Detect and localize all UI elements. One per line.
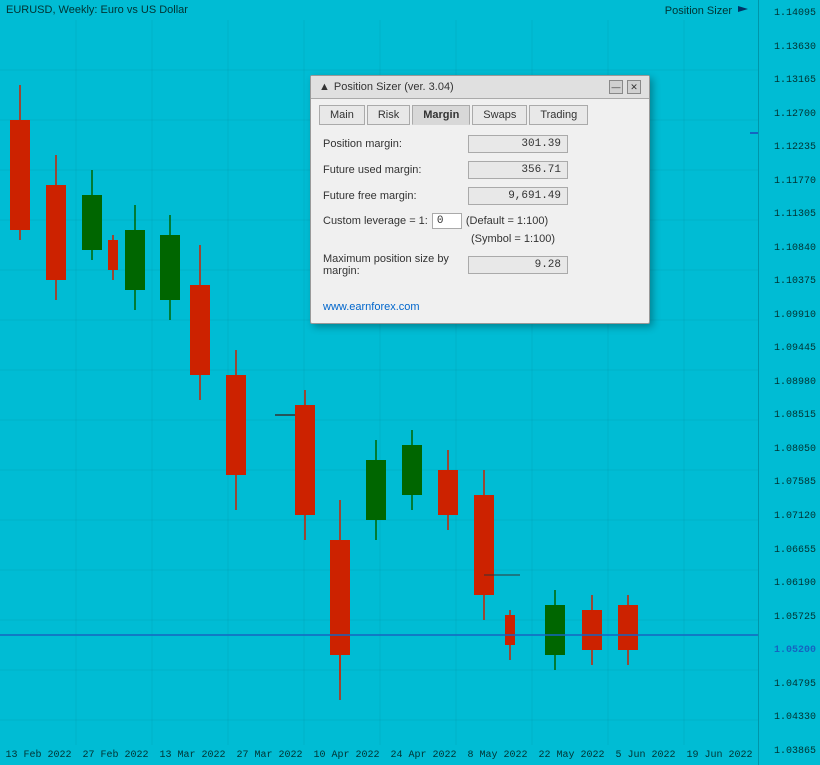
price-label-7: 1.10840 xyxy=(763,243,816,254)
max-position-label: Maximum position size by margin: xyxy=(323,253,468,277)
chart-title: EURUSD, Weekly: Euro vs US Dollar xyxy=(6,4,188,16)
price-label-4: 1.12235 xyxy=(763,142,816,153)
price-label-10: 1.09445 xyxy=(763,343,816,354)
dialog-footer: www.earnforex.com xyxy=(311,295,649,323)
position-margin-row: Position margin: 301.39 xyxy=(323,135,637,153)
max-position-row: Maximum position size by margin: 9.28 xyxy=(323,253,637,277)
dialog-controls: — ✕ xyxy=(609,80,641,94)
dialog-arrow-icon: ▲ xyxy=(319,81,330,93)
time-label-5: 24 Apr 2022 xyxy=(390,750,456,761)
price-label-14: 1.07585 xyxy=(763,477,816,488)
top-right-label: Position Sizer xyxy=(665,4,750,18)
tab-risk[interactable]: Risk xyxy=(367,105,410,125)
price-label-17: 1.06190 xyxy=(763,578,816,589)
symbol-note: (Symbol = 1:100) xyxy=(471,233,637,245)
price-label-6: 1.11305 xyxy=(763,209,816,220)
footer-link[interactable]: www.earnforex.com xyxy=(323,301,420,313)
future-used-margin-value: 356.71 xyxy=(468,161,568,179)
time-axis: 13 Feb 2022 27 Feb 2022 13 Mar 2022 27 M… xyxy=(0,745,758,765)
price-label-22: 1.03865 xyxy=(763,746,816,757)
close-button[interactable]: ✕ xyxy=(627,80,641,94)
price-label-20: 1.04795 xyxy=(763,679,816,690)
max-position-value: 9.28 xyxy=(468,256,568,274)
price-label-11: 1.08980 xyxy=(763,377,816,388)
flag-icon xyxy=(736,4,750,18)
position-sizer-label: Position Sizer xyxy=(665,5,732,17)
time-label-7: 22 May 2022 xyxy=(538,750,604,761)
tab-main[interactable]: Main xyxy=(319,105,365,125)
tab-trading[interactable]: Trading xyxy=(529,105,588,125)
price-axis: 1.14095 1.13630 1.13165 1.12700 1.12235 … xyxy=(758,0,820,765)
chart-container: EURUSD, Weekly: Euro vs US Dollar Positi… xyxy=(0,0,820,765)
future-free-margin-label: Future free margin: xyxy=(323,190,468,202)
minimize-button[interactable]: — xyxy=(609,80,623,94)
position-margin-label: Position margin: xyxy=(323,138,468,150)
dialog-title-text: Position Sizer (ver. 3.04) xyxy=(334,81,454,93)
future-used-margin-label: Future used margin: xyxy=(323,164,468,176)
time-label-8: 5 Jun 2022 xyxy=(615,750,675,761)
future-free-margin-value: 9,691.49 xyxy=(468,187,568,205)
leverage-input[interactable] xyxy=(432,213,462,229)
price-label-0: 1.14095 xyxy=(763,8,816,19)
future-used-margin-row: Future used margin: 356.71 xyxy=(323,161,637,179)
price-label-21: 1.04330 xyxy=(763,712,816,723)
price-label-16: 1.06655 xyxy=(763,545,816,556)
time-label-1: 27 Feb 2022 xyxy=(82,750,148,761)
time-label-3: 27 Mar 2022 xyxy=(236,750,302,761)
leverage-row: Custom leverage = 1: (Default = 1:100) xyxy=(323,213,637,229)
tab-swaps[interactable]: Swaps xyxy=(472,105,527,125)
price-label-9: 1.09910 xyxy=(763,310,816,321)
price-label-3: 1.12700 xyxy=(763,109,816,120)
dialog-titlebar: ▲ Position Sizer (ver. 3.04) — ✕ xyxy=(311,76,649,99)
dialog-tabs: Main Risk Margin Swaps Trading xyxy=(311,99,649,125)
time-label-2: 13 Mar 2022 xyxy=(159,750,225,761)
price-label-19: 1.05200 xyxy=(763,645,816,656)
position-margin-value: 301.39 xyxy=(468,135,568,153)
price-label-1: 1.13630 xyxy=(763,42,816,53)
dialog-content: Position margin: 301.39 Future used marg… xyxy=(311,125,649,295)
price-label-12: 1.08515 xyxy=(763,410,816,421)
price-label-18: 1.05725 xyxy=(763,612,816,623)
leverage-default-note: (Default = 1:100) xyxy=(466,215,548,227)
price-label-2: 1.13165 xyxy=(763,75,816,86)
time-label-4: 10 Apr 2022 xyxy=(313,750,379,761)
time-label-6: 8 May 2022 xyxy=(467,750,527,761)
price-label-5: 1.11770 xyxy=(763,176,816,187)
time-label-0: 13 Feb 2022 xyxy=(5,750,71,761)
price-label-8: 1.10375 xyxy=(763,276,816,287)
tab-margin[interactable]: Margin xyxy=(412,105,470,125)
position-sizer-dialog: ▲ Position Sizer (ver. 3.04) — ✕ Main Ri… xyxy=(310,75,650,324)
price-label-13: 1.08050 xyxy=(763,444,816,455)
price-tag xyxy=(750,132,758,134)
dialog-title: ▲ Position Sizer (ver. 3.04) xyxy=(319,81,454,93)
future-free-margin-row: Future free margin: 9,691.49 xyxy=(323,187,637,205)
time-label-9: 19 Jun 2022 xyxy=(686,750,752,761)
leverage-label: Custom leverage = 1: xyxy=(323,215,428,227)
price-label-15: 1.07120 xyxy=(763,511,816,522)
